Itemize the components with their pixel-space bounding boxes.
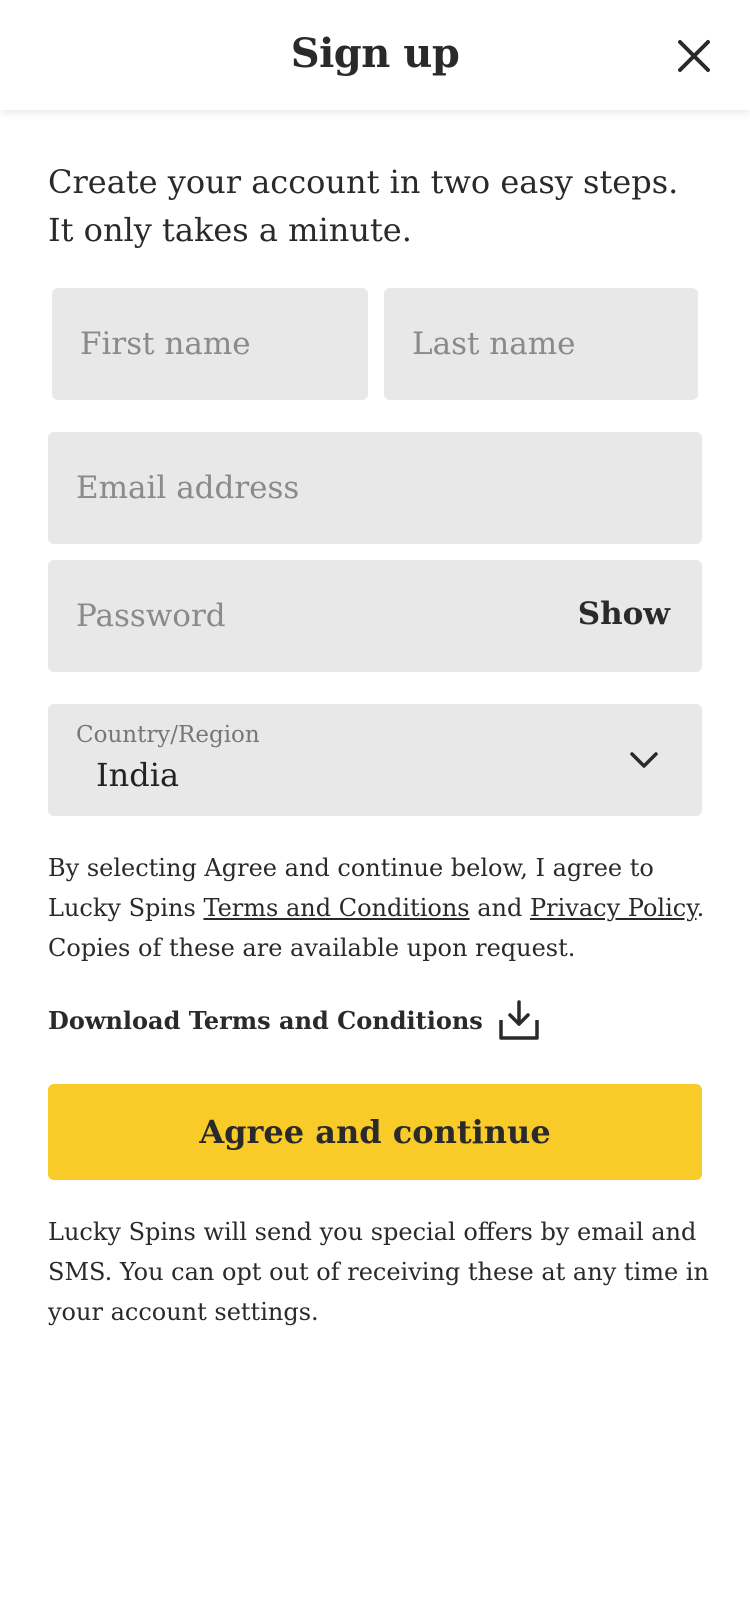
- close-icon: [678, 40, 710, 72]
- page-title: Sign up: [290, 30, 460, 77]
- intro-text: Create your account in two easy steps. I…: [48, 163, 679, 249]
- legal-text: By selecting Agree and continue below, I…: [48, 848, 708, 968]
- show-password-button[interactable]: Show: [578, 596, 670, 632]
- email-field[interactable]: [48, 432, 702, 544]
- download-icon: [499, 1000, 539, 1040]
- country-label: Country/Region: [76, 722, 260, 748]
- chevron-down-icon: [630, 752, 658, 768]
- privacy-link[interactable]: Privacy Policy: [530, 894, 697, 922]
- first-name-field[interactable]: [52, 288, 368, 400]
- download-terms-link[interactable]: Download Terms and Conditions: [48, 998, 541, 1042]
- agree-continue-button[interactable]: Agree and continue: [48, 1084, 702, 1180]
- password-wrapper: Show: [48, 560, 702, 672]
- close-button[interactable]: [670, 32, 718, 80]
- download-terms-label: Download Terms and Conditions: [48, 1005, 483, 1035]
- last-name-field[interactable]: [384, 288, 698, 400]
- offers-notice: Lucky Spins will send you special offers…: [48, 1218, 709, 1326]
- country-value: India: [96, 756, 180, 794]
- header: Sign up: [0, 0, 750, 110]
- country-select[interactable]: Country/Region India: [48, 704, 702, 816]
- legal-text-middle: and: [469, 894, 530, 922]
- terms-link[interactable]: Terms and Conditions: [203, 894, 469, 922]
